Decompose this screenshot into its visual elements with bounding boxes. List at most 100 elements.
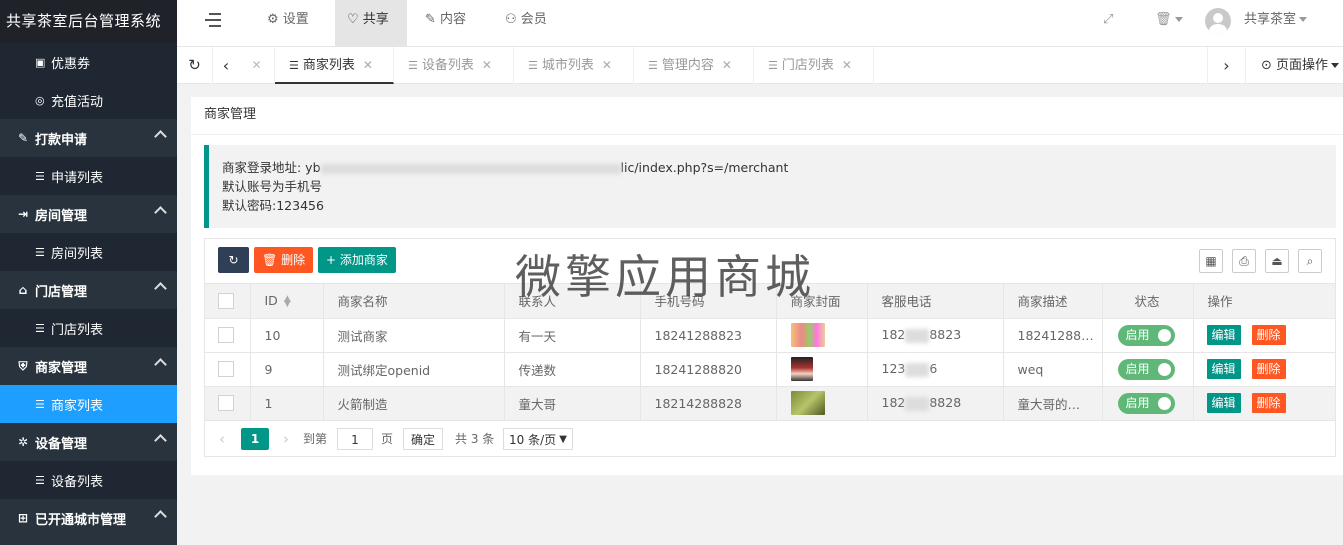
tabs-bar: ↻ ‹ ✕ ☰ 商家列表 ✕ ☰ 设备列表 ✕ ☰ 城市列表 ✕ ☰ 管理内容 ✕ ☰ 门店列表 ✕ › ⊙… xyxy=(177,47,1343,84)
close-icon[interactable]: ✕ xyxy=(239,47,275,84)
cover-image[interactable] xyxy=(790,391,825,415)
page-ops-dropdown[interactable]: ⊙ 页面操作 xyxy=(1245,47,1343,84)
edit-button[interactable]: 编辑 xyxy=(1206,393,1241,413)
sidebar-item[interactable]: ☰ 房间列表 xyxy=(0,233,177,271)
trash-dropdown[interactable]: 🗑 xyxy=(1155,0,1183,40)
row-delete-button[interactable]: 删除 xyxy=(1251,359,1286,379)
cover-image[interactable] xyxy=(790,357,813,381)
tab[interactable]: ☰ 设备列表 ✕ xyxy=(394,47,514,84)
col-label: ID xyxy=(264,293,278,309)
user-menu[interactable]: 共享茶室 xyxy=(1244,0,1308,40)
close-icon[interactable]: ✕ xyxy=(602,58,612,72)
row-delete-button[interactable]: 删除 xyxy=(1251,325,1286,345)
close-icon[interactable]: ✕ xyxy=(722,58,732,72)
tabs-prev-button[interactable]: ‹ xyxy=(213,47,239,84)
service-phone-suffix: 8823 xyxy=(929,327,962,343)
col-desc: 商家描述 xyxy=(1003,284,1103,319)
user-icon: ⚇ xyxy=(505,12,517,27)
tab[interactable]: ☰ 商家列表 ✕ xyxy=(275,47,394,84)
reload-button[interactable]: ↻ xyxy=(218,247,249,273)
sidebar-item[interactable]: ☰ 商家列表 xyxy=(0,385,177,423)
tab[interactable]: ☰ 门店列表 ✕ xyxy=(754,47,874,84)
row-checkbox[interactable] xyxy=(218,361,234,378)
row-checkbox[interactable] xyxy=(218,327,234,344)
status-toggle[interactable]: 启用 xyxy=(1117,358,1175,380)
status-toggle[interactable]: 启用 xyxy=(1117,324,1175,346)
sidebar-group[interactable]: ⌂ 门店管理 xyxy=(0,271,177,309)
edit-button[interactable]: 编辑 xyxy=(1206,359,1241,379)
sidebar-group[interactable]: ⇥ 房间管理 xyxy=(0,195,177,233)
table-row[interactable]: 9 测试绑定openid 传递数 18241288820 123 6 weq 启用 编辑 删除 xyxy=(205,352,1336,387)
sidebar-group[interactable]: ⊞ 已开通城市管理 xyxy=(0,499,177,537)
nav-share[interactable]: ♡ 共享 xyxy=(335,0,407,47)
next-page-icon[interactable]: › xyxy=(283,428,289,450)
current-page[interactable]: 1 xyxy=(241,428,269,450)
page-unit-label: 页 xyxy=(381,432,394,446)
sidebar-item[interactable]: ▣ 优惠券 xyxy=(0,43,177,81)
goto-confirm-button[interactable]: 确定 xyxy=(403,428,444,450)
sidebar-item-label: 设备列表 xyxy=(51,474,104,490)
target-icon: ⊙ xyxy=(1261,58,1272,73)
per-page-value: 10 条/页 xyxy=(509,433,557,447)
col-id[interactable]: ID ▲ ▼ xyxy=(250,284,324,319)
row-delete-button[interactable]: 删除 xyxy=(1251,393,1286,413)
delete-label: 删除 xyxy=(281,253,306,267)
sidebar-item-label: 申请列表 xyxy=(51,170,104,186)
goto-page-input[interactable]: 1 xyxy=(337,428,373,450)
row-checkbox[interactable] xyxy=(218,395,234,412)
watermark-text: 微擎应用商城 xyxy=(515,250,815,304)
sidebar-group-label: 房间管理 xyxy=(35,208,88,224)
sidebar-item[interactable]: ◎ 充值活动 xyxy=(0,81,177,119)
status-label: 启用 xyxy=(1125,395,1150,410)
cover-image[interactable] xyxy=(790,323,825,347)
refresh-icon: ↻ xyxy=(228,253,239,267)
print-icon[interactable]: ⎙ xyxy=(1232,249,1256,273)
sidebar-group[interactable]: ✲ 设备管理 xyxy=(0,423,177,461)
table-row[interactable]: 10 测试商家 有一天 18241288823 182 8823 18241288… 启用 编辑… xyxy=(205,318,1336,353)
tab[interactable]: ☰ 管理内容 ✕ xyxy=(634,47,754,84)
nav-content[interactable]: ✎ 内容 xyxy=(413,0,483,47)
nav-settings[interactable]: ⚙ 设置 xyxy=(255,0,335,47)
avatar[interactable] xyxy=(1205,8,1231,34)
delete-button[interactable]: 🗑 删除 xyxy=(254,247,314,273)
card-title: 商家管理 xyxy=(191,97,1343,135)
prev-page-icon[interactable]: ‹ xyxy=(219,428,225,450)
cell-contact: 传递数 xyxy=(504,352,641,387)
plus-icon: + xyxy=(326,253,337,267)
close-icon[interactable]: ✕ xyxy=(482,58,492,72)
tab-label: 管理内容 xyxy=(661,58,714,73)
close-icon[interactable]: ✕ xyxy=(363,58,373,72)
grid-icon: ⊞ xyxy=(17,511,29,525)
close-icon[interactable]: ✕ xyxy=(842,58,852,72)
sidebar-item-label: 充值活动 xyxy=(51,94,104,110)
sidebar-group[interactable]: ⛨ 商家管理 xyxy=(0,347,177,385)
table-row[interactable]: 1 火箭制造 童大哥 18214288828 182 8828 童大哥的… 启用 编辑 删除 xyxy=(205,386,1336,421)
sort-icon[interactable]: ▲ ▼ xyxy=(284,294,291,308)
tabs-next-button[interactable]: › xyxy=(1207,47,1245,84)
refresh-icon[interactable]: ↻ xyxy=(177,47,213,84)
fullscreen-icon[interactable]: ⤢ xyxy=(1103,0,1113,40)
add-merchant-button[interactable]: + 添加商家 xyxy=(318,247,396,273)
status-toggle[interactable]: 启用 xyxy=(1117,392,1175,414)
per-page-select[interactable]: 10 条/页 ▼ xyxy=(503,428,573,450)
columns-icon[interactable]: ▦ xyxy=(1199,249,1223,273)
sidebar-group[interactable]: ✎ 打款申请 xyxy=(0,119,177,157)
nav-member[interactable]: ⚇ 会员 xyxy=(493,0,563,47)
search-icon[interactable]: ⌕ xyxy=(1298,249,1322,273)
sidebar-item[interactable]: ☰ 门店列表 xyxy=(0,309,177,347)
tab[interactable]: ☰ 城市列表 ✕ xyxy=(514,47,634,84)
chevron-down-icon: ▼ xyxy=(559,434,567,445)
recharge-icon: ◎ xyxy=(35,93,45,107)
menu-toggle-icon[interactable] xyxy=(205,13,221,27)
sidebar-item[interactable]: ☰ 设备列表 xyxy=(0,461,177,499)
sidebar-item[interactable]: ☰ 申请列表 xyxy=(0,157,177,195)
notice-line-account: 默认账号为手机号 xyxy=(222,179,323,194)
cell-actions: 编辑 删除 xyxy=(1193,352,1336,387)
edit-button[interactable]: 编辑 xyxy=(1206,325,1241,345)
export-icon[interactable]: ⏏ xyxy=(1265,249,1289,273)
select-all-checkbox[interactable] xyxy=(218,293,234,309)
merchant-table-box: ↻ 🗑 删除 + 添加商家 微擎应用商城 ▦ ⎙ ⏏ ⌕ ID ▲ ▼ 商家名称… xyxy=(204,238,1336,457)
app-title: 共享茶室后台管理系统 xyxy=(0,0,177,43)
col-status: 状态 xyxy=(1102,284,1194,319)
gear-icon: ⚙ xyxy=(267,12,279,27)
